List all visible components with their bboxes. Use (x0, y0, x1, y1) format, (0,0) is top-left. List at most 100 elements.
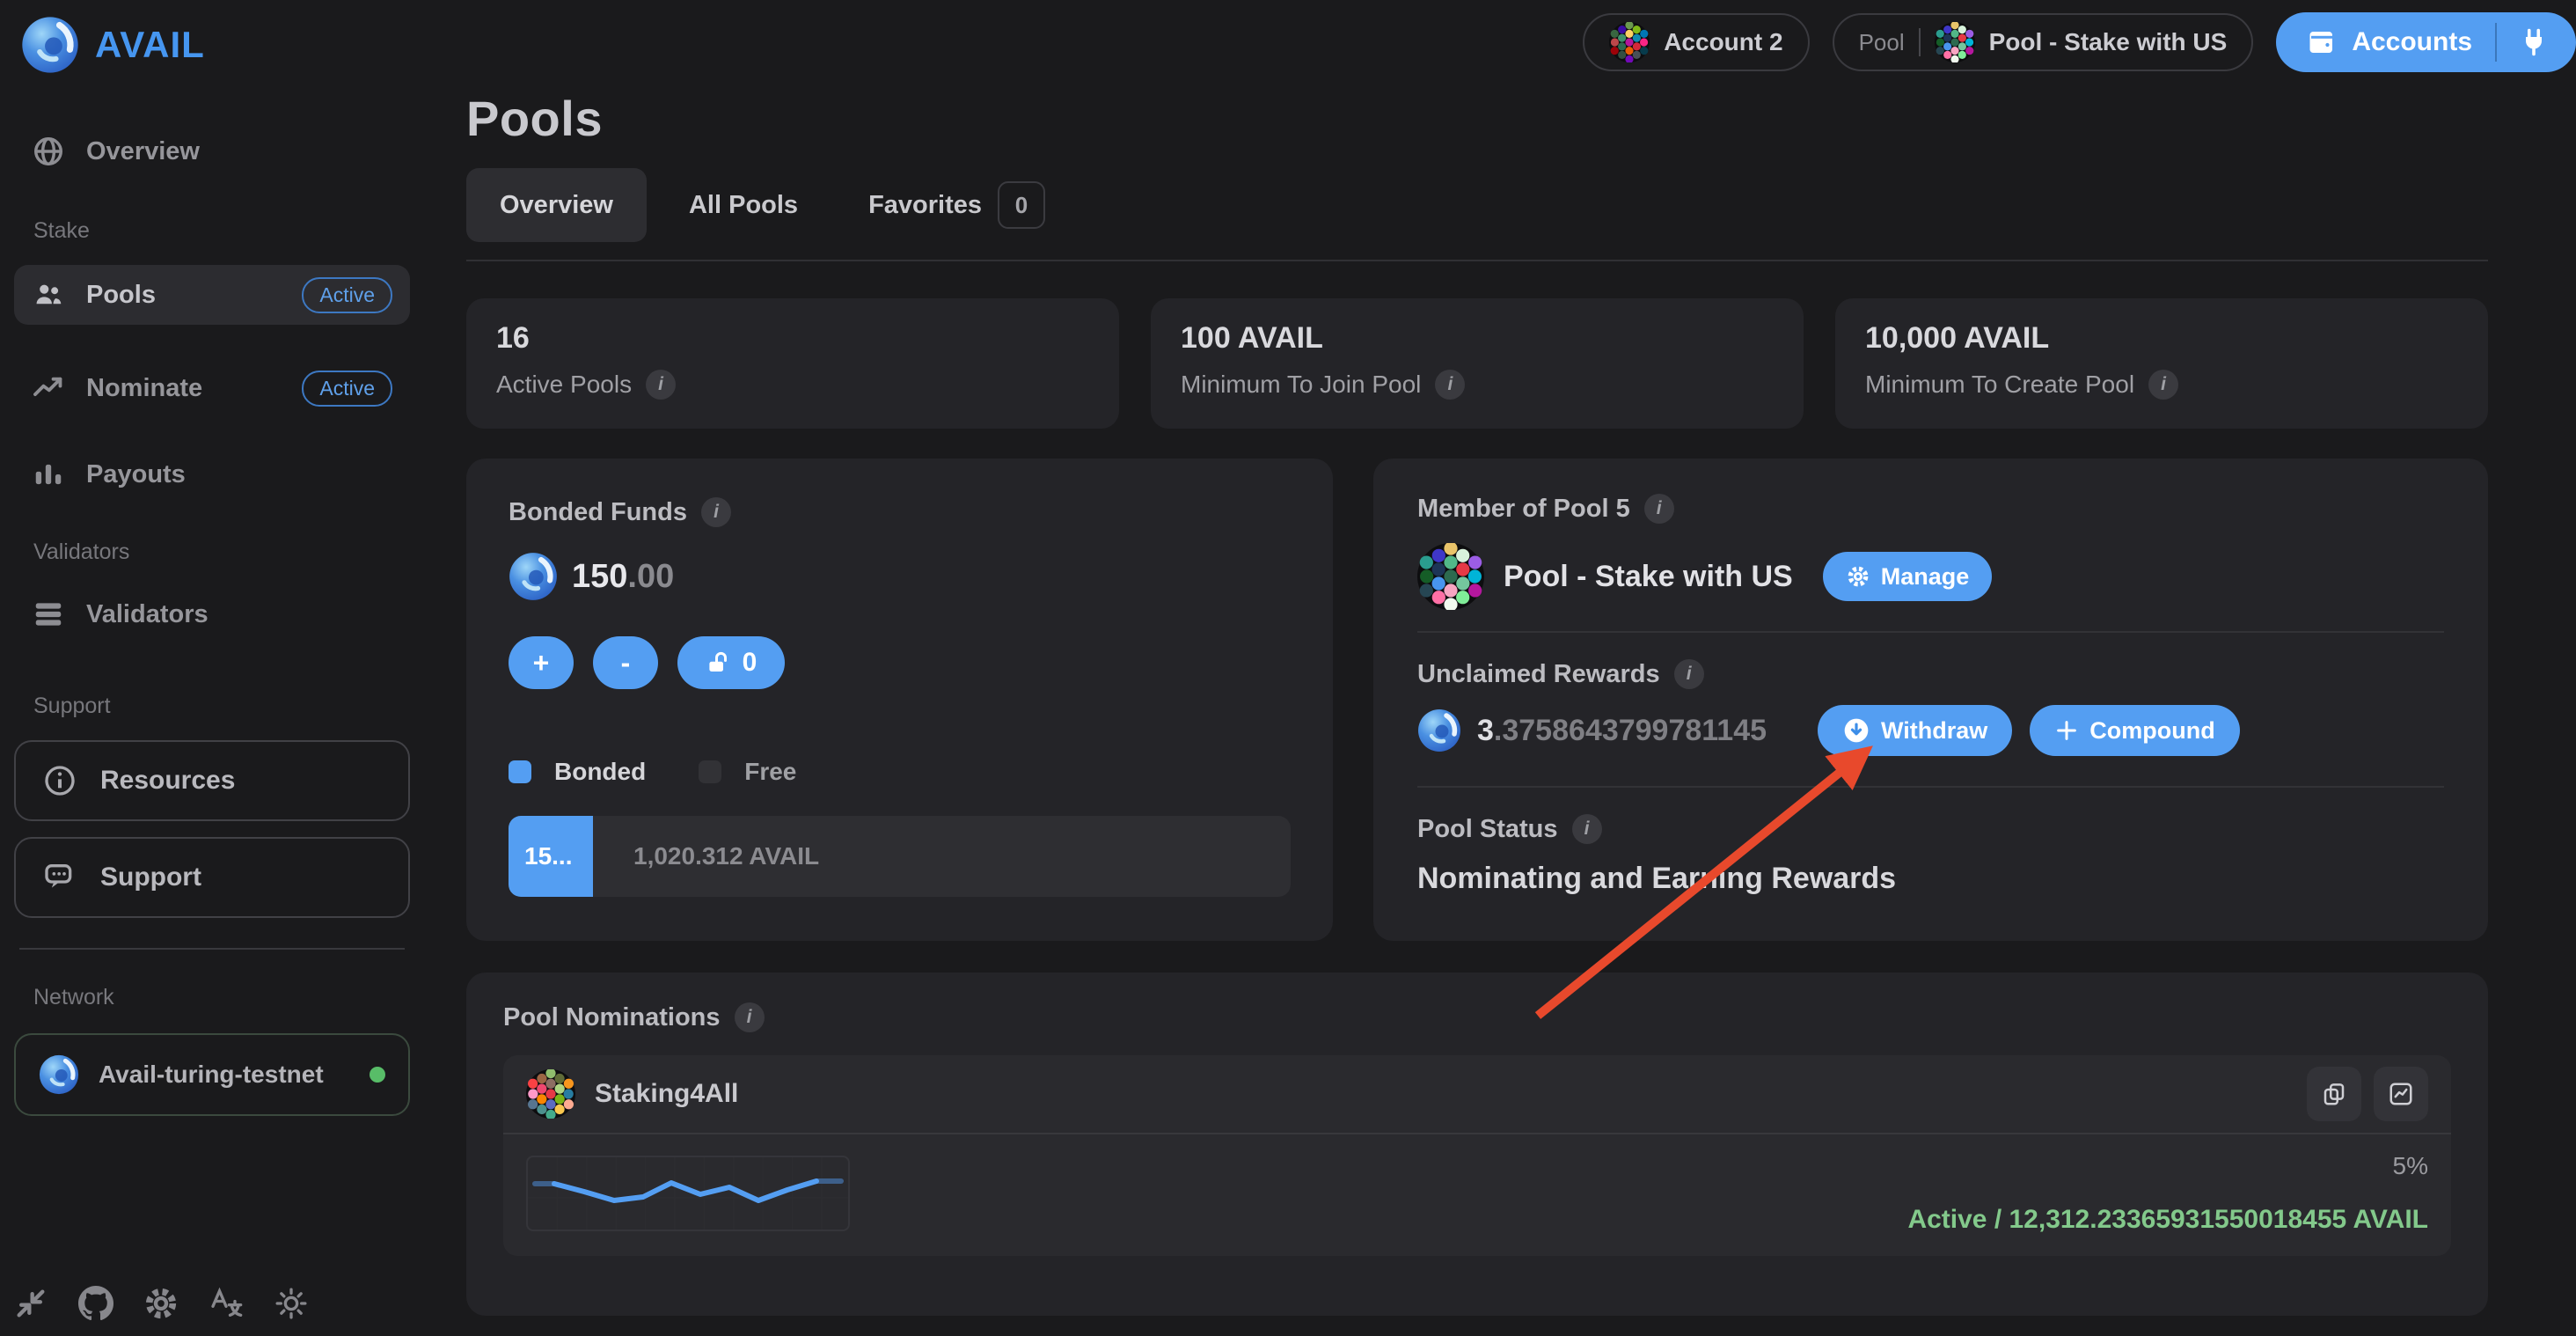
stat-active-pools: 16 Active Pools i (466, 298, 1119, 429)
connect-button[interactable] (2497, 26, 2576, 58)
view-metrics-button[interactable] (2374, 1067, 2428, 1121)
gear-icon (143, 1286, 179, 1321)
copy-address-button[interactable] (2307, 1067, 2361, 1121)
settings-button[interactable] (141, 1283, 181, 1324)
server-stack-icon (32, 598, 65, 631)
validator-name: Staking4All (595, 1079, 738, 1109)
avail-logo-icon (39, 1054, 79, 1095)
favorites-count-badge: 0 (998, 181, 1045, 229)
tab-favorites[interactable]: Favorites 0 (840, 168, 1045, 242)
pool-nominations-card: Pool Nominations i Staking4All (466, 973, 2488, 1316)
manage-button[interactable]: Manage (1823, 552, 1993, 601)
unbond-button[interactable]: - (593, 636, 658, 689)
account-pill[interactable]: Account 2 (1583, 13, 1809, 71)
tabs-divider (466, 260, 2488, 261)
bonded-bar-segment: 15... (509, 816, 593, 897)
info-icon[interactable]: i (1644, 494, 1674, 524)
stat-min-create: 10,000 AVAIL Minimum To Create Pool i (1835, 298, 2488, 429)
accounts-button[interactable]: Accounts (2276, 26, 2495, 58)
pool-pill-prefix: Pool (1859, 29, 1905, 56)
collapse-sidebar-button[interactable] (11, 1283, 51, 1324)
pool-pill[interactable]: Pool Pool - Stake with US (1833, 13, 2254, 71)
free-bar-segment: 1,020.312 AVAIL (593, 816, 1291, 897)
nomination-row: Staking4All (503, 1055, 2451, 1256)
network-selector[interactable]: Avail-turing-testnet (14, 1033, 410, 1116)
card-title: Pool Nominations (503, 1003, 721, 1032)
tab-favorites-label: Favorites (868, 191, 982, 220)
compress-icon (13, 1286, 48, 1321)
free-legend-label: Free (744, 758, 796, 786)
unclaimed-rewards-title: Unclaimed Rewards (1417, 660, 1660, 689)
account-identicon-icon (1609, 22, 1650, 62)
pool-pill-name: Pool - Stake with US (1989, 28, 2228, 56)
brand[interactable]: AVAIL (14, 16, 410, 74)
info-icon[interactable]: i (735, 1002, 765, 1032)
unlock-count: 0 (743, 648, 757, 678)
avail-logo-icon (21, 16, 79, 74)
pool-status-title: Pool Status (1417, 815, 1558, 844)
globe-icon (32, 135, 65, 168)
header-bar: Account 2 Pool Pool - Stake with US Acco… (1583, 12, 2576, 72)
bonded-funds-bar: 15... 1,020.312 AVAIL (509, 816, 1291, 897)
app-root: AVAIL Overview Stake Pools Active Nomina… (0, 0, 2576, 1336)
unlocks-button[interactable]: 0 (677, 636, 785, 689)
bond-more-button[interactable]: + (509, 636, 574, 689)
bonded-amount: 150 (572, 558, 627, 595)
card-title: Member of Pool 5 (1417, 495, 1630, 524)
avail-coin-icon (1417, 708, 1461, 752)
section-label-support: Support (14, 694, 410, 719)
chat-bubble-icon (42, 860, 77, 895)
account-name: Account 2 (1664, 28, 1782, 56)
sidebar-divider (19, 948, 405, 950)
wallet-icon (2306, 26, 2338, 58)
sidebar-item-validators[interactable]: Validators (14, 584, 410, 644)
divider (1417, 631, 2444, 633)
compound-button[interactable]: Compound (2030, 705, 2239, 756)
card-title: Bonded Funds (509, 498, 687, 527)
info-icon[interactable]: i (1435, 370, 1465, 400)
active-badge: Active (302, 371, 392, 407)
people-icon (32, 278, 65, 312)
info-icon[interactable]: i (1572, 814, 1602, 844)
sidebar: AVAIL Overview Stake Pools Active Nomina… (0, 0, 431, 1336)
sidebar-item-payouts[interactable]: Payouts (14, 444, 410, 504)
info-icon[interactable]: i (1674, 659, 1704, 689)
tab-overview[interactable]: Overview (466, 168, 647, 242)
section-label-stake: Stake (14, 218, 410, 244)
language-button[interactable] (206, 1283, 246, 1324)
info-icon[interactable]: i (2148, 370, 2178, 400)
trending-up-icon (32, 371, 65, 405)
sidebar-item-nominate[interactable]: Nominate Active (14, 358, 410, 418)
stat-label: Minimum To Join Pool (1181, 371, 1421, 399)
tab-all-pools[interactable]: All Pools (661, 168, 826, 242)
pool-identicon-icon (1935, 22, 1975, 62)
compound-button-label: Compound (2089, 717, 2214, 745)
nomination-status: Active / 12,312.23365931550018455 AVAIL (1907, 1205, 2428, 1235)
divider (1417, 786, 2444, 788)
sidebar-item-pools[interactable]: Pools Active (14, 265, 410, 325)
page-title: Pools (466, 90, 2488, 147)
github-button[interactable] (76, 1283, 116, 1324)
sidebar-item-support[interactable]: Support (14, 837, 410, 918)
theme-toggle-button[interactable] (271, 1283, 311, 1324)
pool-membership-card: Member of Pool 5 i Pool - Stake with US … (1373, 459, 2488, 941)
bonded-funds-card: Bonded Funds i 150.00 + - (466, 459, 1333, 941)
info-icon[interactable]: i (646, 370, 676, 400)
sidebar-item-label: Support (100, 863, 201, 892)
stat-value: 100 AVAIL (1181, 321, 1774, 356)
sidebar-footer (11, 1283, 311, 1324)
validator-identicon-icon (526, 1069, 575, 1119)
cards-row: Bonded Funds i 150.00 + - (466, 459, 2488, 941)
withdraw-button[interactable]: Withdraw (1818, 705, 2012, 756)
network-status-dot (370, 1067, 385, 1083)
stat-min-join: 100 AVAIL Minimum To Join Pool i (1151, 298, 1804, 429)
info-circle-icon (42, 763, 77, 798)
gear-icon (1846, 564, 1870, 589)
stat-label: Minimum To Create Pool (1865, 371, 2134, 399)
sidebar-item-resources[interactable]: Resources (14, 740, 410, 821)
reward-amount: 3 (1477, 714, 1494, 747)
sidebar-item-overview[interactable]: Overview (14, 121, 410, 181)
sidebar-item-label: Nominate (86, 374, 202, 403)
info-icon[interactable]: i (701, 497, 731, 527)
unlock-icon (706, 650, 732, 676)
